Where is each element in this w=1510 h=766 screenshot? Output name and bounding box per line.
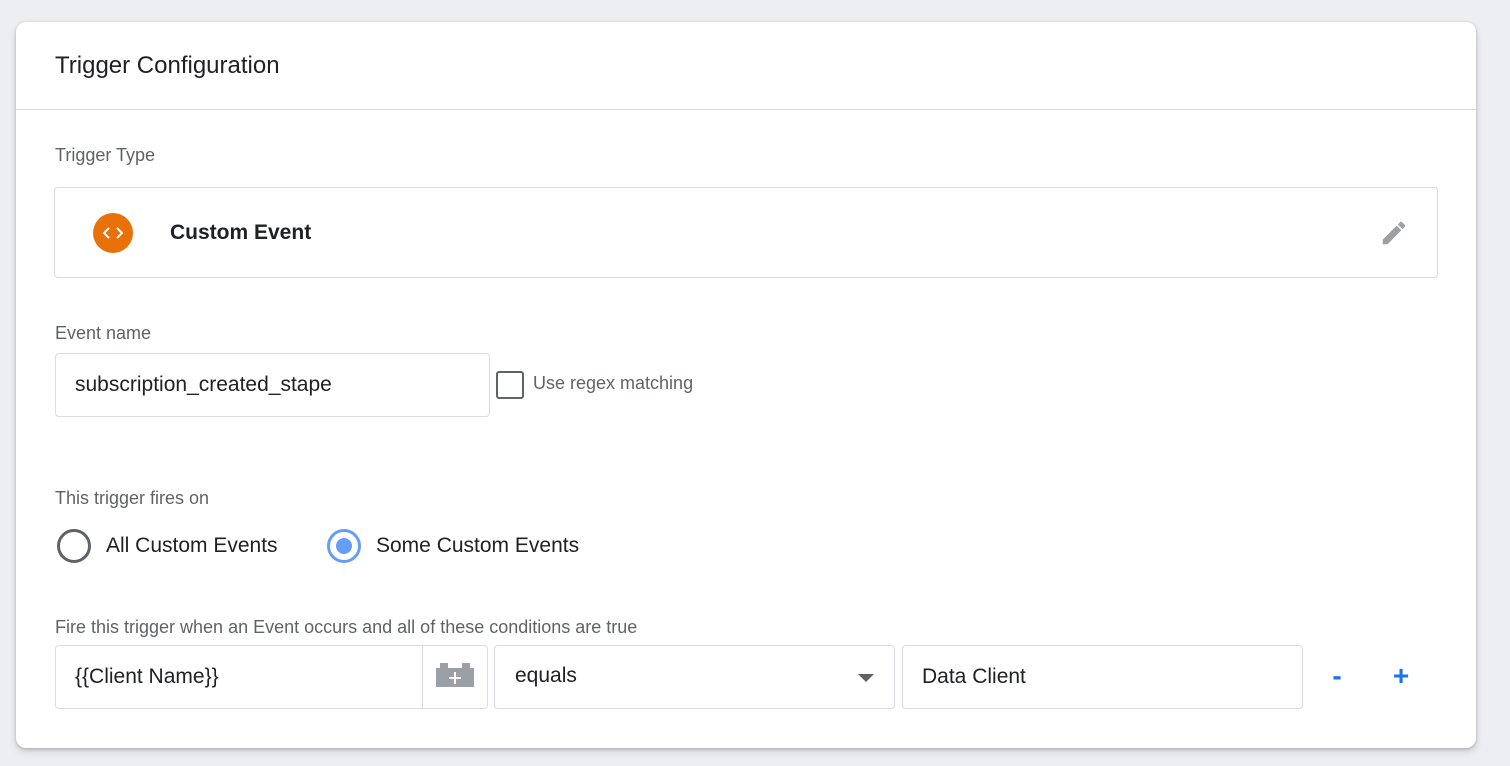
condition-label: Fire this trigger when an Event occurs a… xyxy=(55,617,638,637)
regex-checkbox-label: Use regex matching xyxy=(533,373,694,393)
condition-operator-select[interactable]: equals xyxy=(494,645,895,709)
pencil-icon[interactable] xyxy=(1377,216,1411,250)
condition-variable-input[interactable] xyxy=(55,645,423,709)
remove-condition-button[interactable]: - xyxy=(1319,658,1355,694)
chevron-down-icon xyxy=(858,674,874,682)
add-variable-icon xyxy=(436,662,474,692)
regex-checkbox[interactable] xyxy=(496,371,524,399)
trigger-configuration-card: Trigger Configuration Trigger Type Custo… xyxy=(16,22,1476,748)
card-header: Trigger Configuration xyxy=(16,22,1476,110)
trigger-type-selector[interactable]: Custom Event xyxy=(54,187,1438,278)
radio-all-custom-events-label: All Custom Events xyxy=(106,534,278,557)
radio-all-custom-events[interactable] xyxy=(57,529,91,563)
event-name-input[interactable] xyxy=(55,353,490,417)
card-title: Trigger Configuration xyxy=(55,51,280,79)
variable-picker-button[interactable] xyxy=(422,645,488,709)
code-brackets-icon xyxy=(93,213,133,253)
condition-operator-value: equals xyxy=(515,664,577,687)
radio-some-custom-events[interactable] xyxy=(327,529,361,563)
trigger-type-label: Trigger Type xyxy=(55,145,156,165)
trigger-type-name: Custom Event xyxy=(170,221,312,244)
event-name-label: Event name xyxy=(55,323,152,343)
radio-some-custom-events-label: Some Custom Events xyxy=(376,534,580,557)
condition-value-input[interactable] xyxy=(902,645,1303,709)
add-condition-button[interactable]: + xyxy=(1383,658,1419,694)
fires-on-label: This trigger fires on xyxy=(55,488,210,508)
